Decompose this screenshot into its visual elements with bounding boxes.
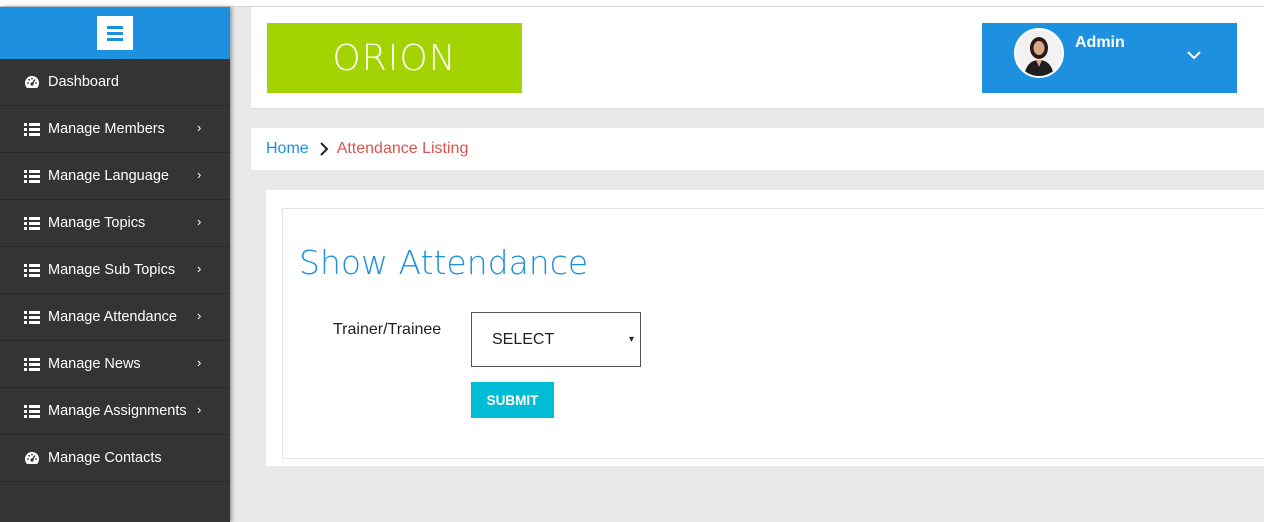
breadcrumb-home-link[interactable]: Home (266, 140, 309, 158)
sidebar: Dashboard Manage Members › Manage Langua… (0, 7, 230, 522)
main-content: Show Attendance Trainer/Trainee SELECT ▾… (266, 190, 1264, 466)
avatar (1014, 28, 1064, 78)
sidebar-item-label: Dashboard (48, 74, 119, 90)
sidebar-item-dashboard[interactable]: Dashboard (0, 59, 230, 106)
sidebar-item-label: Manage Attendance (48, 309, 177, 325)
sidebar-item-label: Manage Topics (48, 215, 146, 231)
list-icon (24, 122, 42, 136)
attendance-card: Show Attendance Trainer/Trainee SELECT ▾… (282, 208, 1264, 459)
sidebar-item-label: Manage Members (48, 121, 165, 137)
user-menu[interactable]: Admin (982, 23, 1237, 93)
sidebar-item-label: Manage Assignments (48, 403, 187, 419)
sidebar-header (0, 7, 230, 59)
browser-top-edge (0, 0, 1264, 7)
sidebar-item-manage-members[interactable]: Manage Members › (0, 106, 230, 153)
list-icon (24, 404, 42, 418)
top-header: ORION Admin (251, 7, 1264, 109)
submit-button[interactable]: SUBMIT (471, 382, 554, 418)
sidebar-item-label: Manage Language (48, 168, 169, 184)
sidebar-item-label: Manage News (48, 356, 141, 372)
menu-toggle-icon[interactable] (97, 16, 133, 50)
sidebar-item-manage-topics[interactable]: Manage Topics › (0, 200, 230, 247)
chevron-right-icon: › (197, 120, 202, 135)
dashboard-icon (24, 451, 42, 465)
chevron-right-icon: › (197, 402, 202, 417)
list-icon (24, 169, 42, 183)
logo[interactable]: ORION (267, 23, 522, 93)
sidebar-item-manage-sub-topics[interactable]: Manage Sub Topics › (0, 247, 230, 294)
list-icon (24, 216, 42, 230)
dropdown-caret-icon: ▾ (628, 334, 634, 345)
chevron-right-icon: › (197, 261, 202, 276)
sidebar-item-manage-contacts[interactable]: Manage Contacts (0, 435, 230, 482)
sidebar-item-manage-language[interactable]: Manage Language › (0, 153, 230, 200)
chevron-right-icon: › (197, 167, 202, 182)
breadcrumb-current: Attendance Listing (336, 140, 469, 157)
chevron-down-icon[interactable] (1186, 47, 1202, 63)
list-icon (24, 263, 42, 277)
sidebar-item-manage-news[interactable]: Manage News › (0, 341, 230, 388)
trainer-trainee-label: Trainer/Trainee (333, 321, 442, 338)
sidebar-item-manage-assignments[interactable]: Manage Assignments › (0, 388, 230, 435)
sidebar-item-manage-attendance[interactable]: Manage Attendance › (0, 294, 230, 341)
chevron-right-icon: › (197, 308, 202, 323)
breadcrumb: Home Attendance Listing (251, 128, 1264, 170)
chevron-right-icon (319, 141, 331, 157)
select-value: SELECT (492, 330, 555, 348)
chevron-right-icon: › (197, 214, 202, 229)
list-icon (24, 357, 42, 371)
page-title: Show Attendance (299, 243, 589, 282)
trainer-trainee-select[interactable]: SELECT ▾ (471, 312, 641, 367)
dashboard-icon (24, 75, 42, 89)
sidebar-item-label: Manage Sub Topics (48, 262, 176, 278)
sidebar-item-label: Manage Contacts (48, 450, 162, 466)
chevron-right-icon: › (197, 355, 202, 370)
user-name: Admin (1075, 34, 1125, 51)
list-icon (24, 310, 42, 324)
